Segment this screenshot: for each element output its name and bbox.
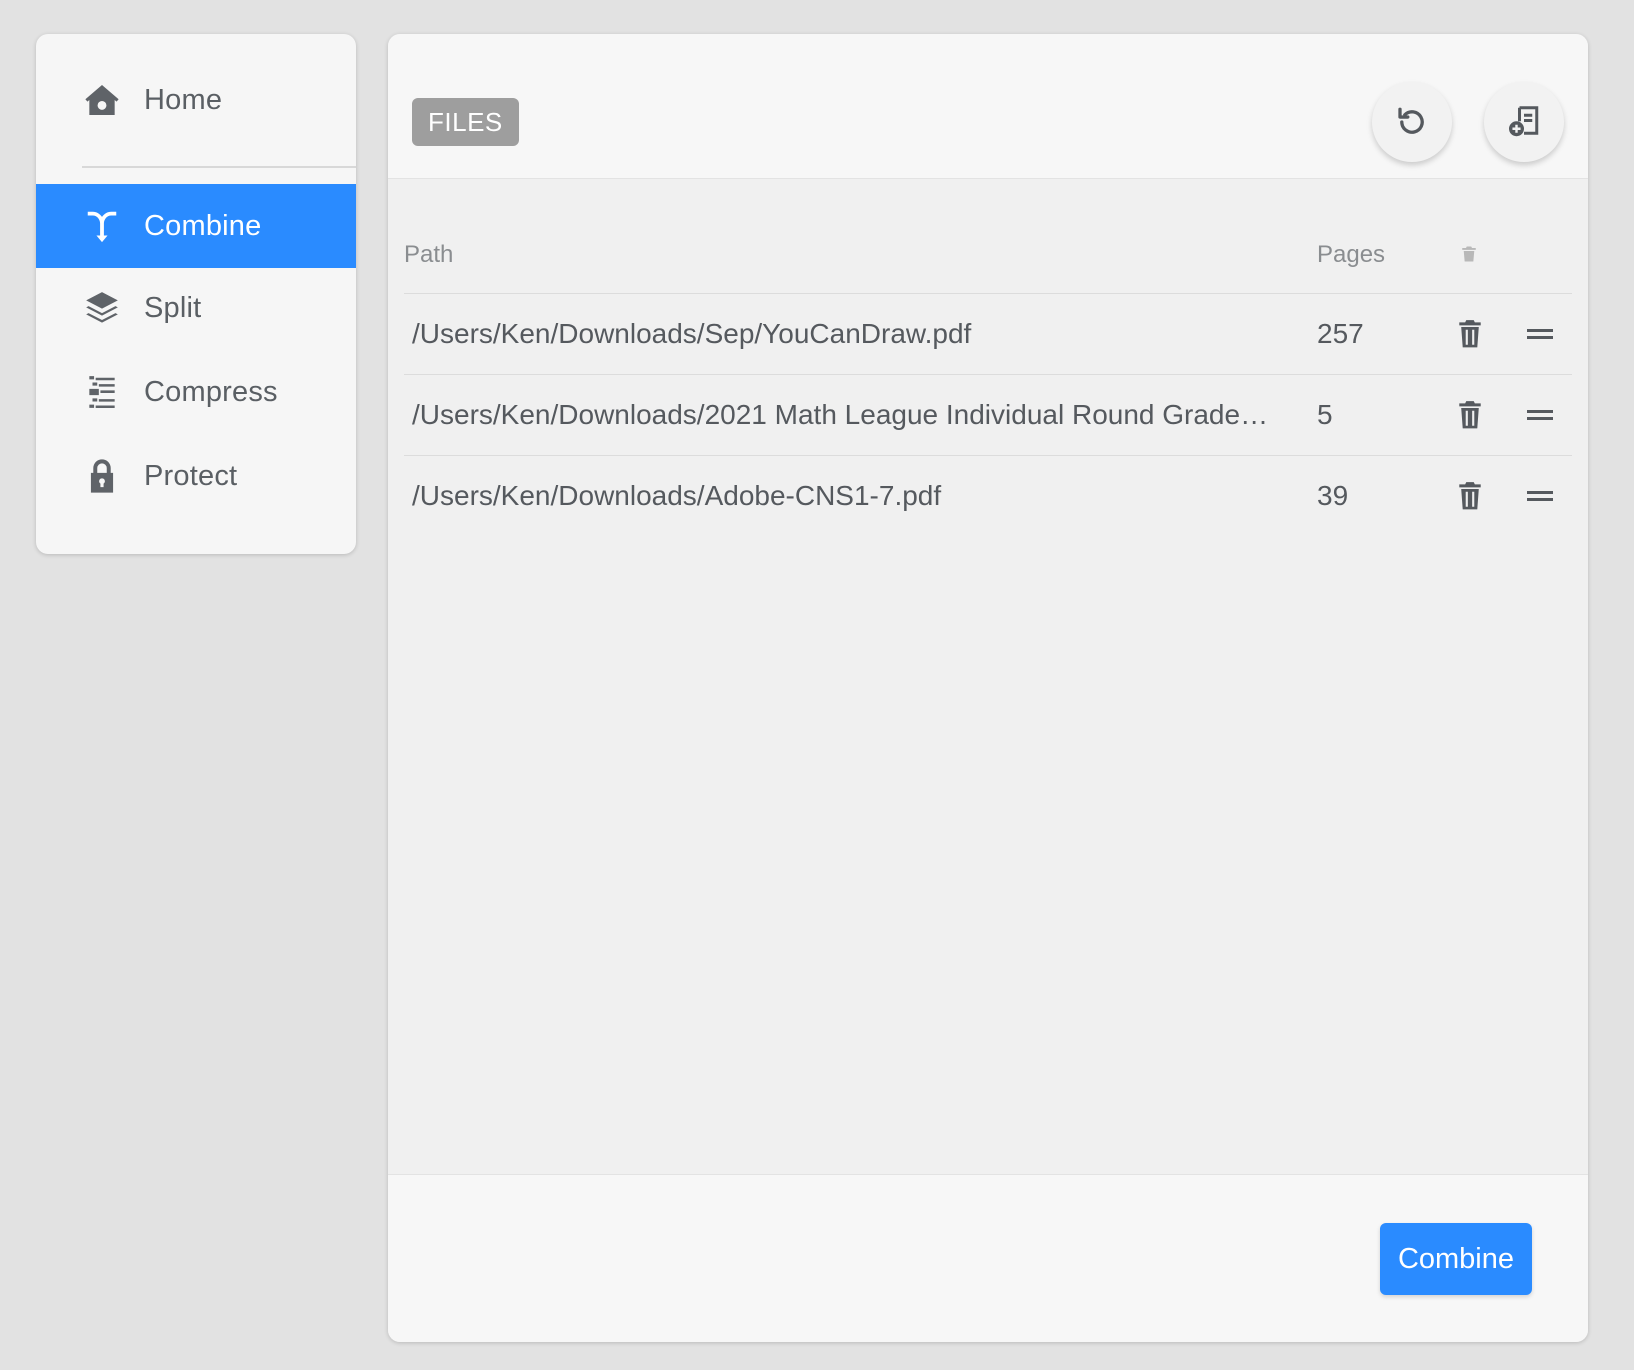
page-count: 5 — [1317, 399, 1333, 430]
delete-file-button[interactable] — [1452, 397, 1488, 433]
sidebar: Home Combine Split Compress Protect — [36, 34, 356, 554]
page-count: 257 — [1317, 318, 1364, 349]
file-path: /Users/Ken/Downloads/2021 Math League In… — [412, 399, 1269, 430]
sidebar-item-label: Home — [144, 83, 223, 116]
column-header-pages: Pages — [1317, 241, 1386, 268]
main-panel: FILES Path Pages /Users/Ken/Downloads/Se… — [388, 34, 1588, 1342]
files-badge: FILES — [412, 98, 519, 146]
sidebar-item-protect[interactable]: Protect — [36, 434, 356, 518]
sidebar-item-label: Protect — [144, 459, 238, 492]
trash-header-icon — [1460, 243, 1478, 271]
sidebar-item-compress[interactable]: Compress — [36, 350, 356, 434]
lock-icon — [82, 456, 122, 496]
drag-handle[interactable] — [1522, 316, 1558, 352]
trash-icon — [1459, 401, 1481, 429]
column-header-path: Path — [404, 241, 454, 268]
drag-handle-icon — [1527, 491, 1553, 501]
sidebar-item-home[interactable]: Home — [36, 58, 356, 142]
combine-icon — [82, 206, 122, 246]
trash-icon — [1459, 482, 1481, 510]
table-row[interactable]: /Users/Ken/Downloads/Adobe-CNS1-7.pdf 39 — [404, 456, 1572, 537]
panel-footer: Combine — [388, 1174, 1588, 1342]
trash-icon — [1459, 320, 1481, 348]
compress-icon — [82, 372, 122, 412]
layers-icon — [82, 288, 122, 328]
table-row[interactable]: /Users/Ken/Downloads/2021 Math League In… — [404, 375, 1572, 456]
panel-header: FILES — [388, 34, 1588, 179]
table-header: Path Pages — [404, 179, 1572, 294]
table-row[interactable]: /Users/Ken/Downloads/Sep/YouCanDraw.pdf … — [404, 294, 1572, 375]
delete-file-button[interactable] — [1452, 316, 1488, 352]
sidebar-item-split[interactable]: Split — [36, 266, 356, 350]
sidebar-item-label: Split — [144, 291, 202, 324]
sidebar-item-label: Compress — [144, 375, 278, 408]
delete-file-button[interactable] — [1452, 478, 1488, 514]
reset-button[interactable] — [1372, 82, 1452, 162]
drag-handle-icon — [1527, 410, 1553, 420]
combine-button[interactable]: Combine — [1379, 1223, 1532, 1295]
sidebar-item-label: Combine — [144, 209, 262, 242]
reset-icon — [1398, 107, 1424, 134]
add-file-button[interactable] — [1484, 82, 1564, 162]
file-path: /Users/Ken/Downloads/Sep/YouCanDraw.pdf — [412, 318, 972, 349]
drag-handle[interactable] — [1522, 478, 1558, 514]
files-table: Path Pages /Users/Ken/Downloads/Sep/YouC… — [404, 179, 1572, 537]
page-count: 39 — [1317, 480, 1349, 511]
add-file-icon — [1509, 106, 1539, 137]
home-icon — [82, 80, 122, 120]
sidebar-divider — [82, 166, 356, 168]
file-path: /Users/Ken/Downloads/Adobe-CNS1-7.pdf — [412, 480, 942, 511]
sidebar-item-combine[interactable]: Combine — [36, 184, 356, 268]
drag-handle-icon — [1527, 329, 1553, 339]
drag-handle[interactable] — [1522, 397, 1558, 433]
